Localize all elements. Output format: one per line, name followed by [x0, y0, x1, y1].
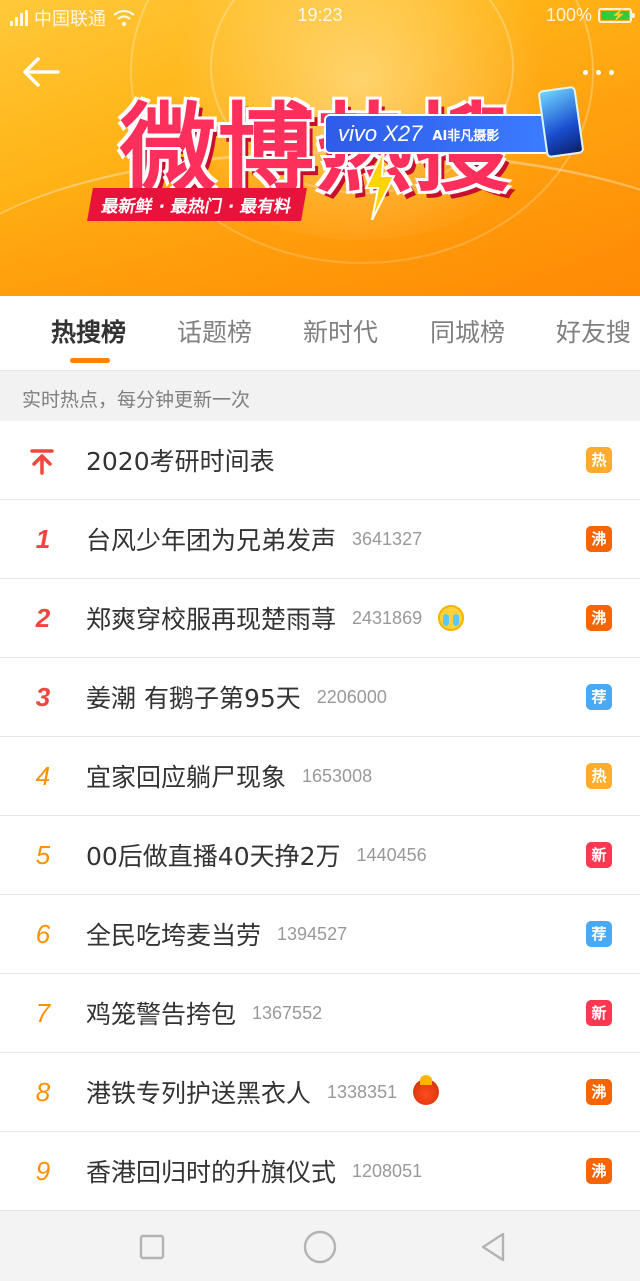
topic-text: 姜潮 有鹅子第95天 2206000 — [86, 679, 387, 715]
topic-text: 香港回归时的升旗仪式 1208051 — [86, 1153, 422, 1189]
banner-tagline: 最新鲜 · 最热门 · 最有料 — [87, 188, 307, 221]
topic-title: 宜家回应躺尸现象 — [86, 763, 287, 792]
banner-logo: 微博热搜 最新鲜 · 最热门 · 最有料 vivo X27 AI非凡摄影 — [87, 85, 590, 250]
topic-title: 姜潮 有鹅子第95天 — [86, 684, 301, 713]
topic-text: 全民吃垮麦当劳 1394527 — [86, 916, 347, 952]
recent-apps-button[interactable] — [134, 1229, 170, 1265]
more-dot-icon — [595, 69, 601, 75]
search-count: 3641327 — [352, 528, 423, 549]
hot-search-row[interactable]: 2 郑爽穿校服再现楚雨荨 2431869 沸 — [0, 579, 640, 658]
rank-number: 9 — [35, 1155, 51, 1186]
system-nav-bar — [0, 1210, 640, 1281]
topic-title: 鸡笼警告挎包 — [86, 1000, 237, 1029]
hot-badge: 沸 — [586, 526, 612, 552]
search-count: 1338351 — [327, 1081, 398, 1102]
battery-percent: 100% — [545, 5, 592, 25]
triangle-back-icon — [481, 1232, 505, 1262]
hot-search-row[interactable]: 9 香港回归时的升旗仪式 1208051 沸 — [0, 1132, 640, 1211]
sponsor-brand: vivo X27 — [338, 121, 423, 146]
hot-badge: 荐 — [586, 684, 612, 710]
search-count: 1394527 — [277, 923, 348, 944]
topic-title: 港铁专列护送黑衣人 — [86, 1079, 312, 1108]
nav-back-button[interactable] — [475, 1229, 511, 1265]
tab-new-era[interactable]: 新时代 — [303, 296, 378, 370]
search-count: 2431869 — [352, 607, 423, 628]
more-dot-icon — [582, 69, 588, 75]
battery-icon: ⚡ — [598, 8, 635, 23]
hot-search-row[interactable]: 3 姜潮 有鹅子第95天 2206000 荐 — [0, 658, 640, 737]
rank-number: 8 — [35, 1076, 51, 1107]
back-arrow-icon — [23, 57, 60, 87]
circle-icon — [303, 1230, 337, 1264]
hot-badge: 沸 — [586, 1079, 612, 1105]
topic-text: 宜家回应躺尸现象 1653008 — [86, 758, 372, 794]
pinned-top-icon — [30, 449, 54, 475]
square-icon — [139, 1234, 165, 1260]
hot-search-row[interactable]: 1 台风少年团为兄弟发声 3641327 沸 — [0, 500, 640, 579]
tab-topics[interactable]: 话题榜 — [177, 296, 252, 370]
hot-search-row[interactable]: 8 港铁专列护送黑衣人 1338351 沸 — [0, 1053, 640, 1132]
topic-text: 郑爽穿校服再现楚雨荨 2431869 — [86, 600, 465, 636]
rank-number: 2 — [35, 602, 51, 633]
hot-badge: 新 — [586, 842, 612, 868]
rank-number: 1 — [35, 523, 51, 554]
topic-title: 00后做直播40天挣2万 — [86, 842, 341, 871]
hot-search-row[interactable]: 7 鸡笼警告挎包 1367552 新 — [0, 974, 640, 1053]
topic-title: 2020考研时间表 — [86, 447, 275, 476]
hot-search-row[interactable]: 4 宜家回应躺尸现象 1653008 热 — [0, 737, 640, 816]
hot-search-list: 2020考研时间表热 1 台风少年团为兄弟发声 3641327 沸 2 郑爽穿校服再现楚雨荨… — [0, 421, 640, 1211]
topic-text: 2020考研时间表 — [86, 442, 275, 478]
update-hint: 实时热点，每分钟更新一次 — [0, 371, 640, 421]
topic-text: 00后做直播40天挣2万 1440456 — [86, 837, 427, 873]
topic-title: 台风少年团为兄弟发声 — [86, 526, 337, 555]
hot-search-row[interactable]: 5 00后做直播40天挣2万 1440456 新 — [0, 816, 640, 895]
sponsor-badge[interactable]: vivo X27 AI非凡摄影 — [324, 114, 552, 154]
topic-text: 鸡笼警告挎包 1367552 — [86, 995, 322, 1031]
more-options-button[interactable] — [576, 62, 620, 82]
hot-search-banner: 中国联通 19:23 100% ⚡ 微博热搜 最新鲜 · 最热门 · 最有料 v… — [0, 0, 640, 296]
hot-badge: 荐 — [586, 921, 612, 947]
status-bar-right: 100% ⚡ — [545, 5, 635, 26]
more-dot-icon — [608, 69, 614, 75]
rank-number: 3 — [35, 681, 51, 712]
search-count: 1208051 — [352, 1160, 423, 1181]
crying-face-icon — [438, 605, 465, 631]
back-button[interactable] — [18, 52, 64, 92]
tab-friends-search[interactable]: 好友搜 — [556, 296, 631, 370]
hot-search-row[interactable]: 2020考研时间表 热 — [0, 421, 640, 500]
lightning-icon — [364, 150, 396, 220]
topic-title: 郑爽穿校服再现楚雨荨 — [86, 605, 337, 634]
status-bar: 中国联通 19:23 100% ⚡ — [0, 0, 640, 32]
hot-search-row[interactable]: 6 全民吃垮麦当劳 1394527 荐 — [0, 895, 640, 974]
tab-local[interactable]: 同城榜 — [430, 296, 505, 370]
hot-badge: 沸 — [586, 605, 612, 631]
rank-number: 7 — [35, 997, 51, 1028]
home-button[interactable] — [302, 1229, 338, 1265]
rank-number: 6 — [35, 918, 51, 949]
status-time: 19:23 — [297, 5, 343, 25]
topic-title: 全民吃垮麦当劳 — [86, 921, 262, 950]
hot-badge: 热 — [586, 763, 612, 789]
sponsor-phone-image — [537, 85, 585, 159]
angry-face-icon — [413, 1075, 440, 1105]
active-tab-indicator — [70, 358, 110, 363]
rank-number: 4 — [35, 760, 51, 791]
search-count: 2206000 — [316, 686, 387, 707]
hot-badge: 沸 — [586, 1158, 612, 1184]
search-count: 1653008 — [302, 765, 373, 786]
tab-bar: 热搜榜 话题榜 新时代 同城榜 好友搜 — [0, 296, 640, 371]
rank-number: 5 — [35, 839, 51, 870]
topic-title: 香港回归时的升旗仪式 — [86, 1158, 337, 1187]
sponsor-slogan: AI非凡摄影 — [432, 128, 500, 144]
topic-text: 台风少年团为兄弟发声 3641327 — [86, 521, 422, 557]
topic-text: 港铁专列护送黑衣人 1338351 — [86, 1074, 440, 1110]
hot-badge: 新 — [586, 1000, 612, 1026]
search-count: 1367552 — [252, 1002, 323, 1023]
search-count: 1440456 — [356, 844, 427, 865]
hot-badge: 热 — [586, 447, 612, 473]
